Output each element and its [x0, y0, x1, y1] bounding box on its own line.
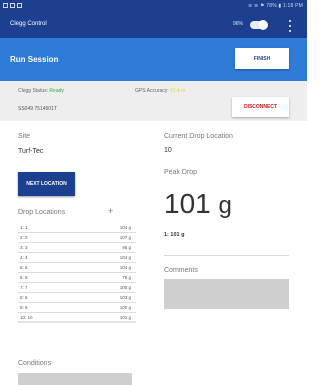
drop-locations-list[interactable]: 1: 1 104 g 2: 2 107 g 3: 3 95 g 4: 4 104 g 5: 5 1… — [18, 223, 136, 323]
site-value: Turf-Tec — [18, 148, 44, 155]
site-label: Site — [18, 133, 31, 140]
notification-icon — [3, 3, 8, 8]
comments-label: Comments — [164, 267, 198, 274]
drop-location-name: 2: 2 — [20, 235, 28, 240]
drop-location-name: 1: 1 — [20, 225, 28, 230]
battery-percent: 96% — [233, 21, 244, 27]
device-status-panel: Clegg Status: Ready GPS Accuracy: ±2.4 m… — [0, 81, 307, 121]
app-title: Clegg Control — [10, 21, 47, 27]
drop-location-name: 10: 10 — [20, 315, 33, 320]
drop-value: 75 g — [122, 275, 131, 280]
drop-row[interactable]: 1: 1 104 g — [18, 223, 136, 233]
current-drop-location-label: Current Drop Location — [164, 133, 233, 140]
current-drop-location-value: 10 — [164, 147, 172, 154]
run-session-bar: Run Session FINISH — [0, 38, 307, 81]
drop-reading: 1: 101 g — [164, 232, 185, 238]
drop-value: 104 g — [119, 255, 131, 260]
drop-row[interactable]: 3: 3 95 g — [18, 243, 136, 253]
comments-field[interactable] — [164, 279, 289, 309]
gps-accuracy-label: GPS Accuracy: — [135, 88, 169, 94]
session-title: Run Session — [10, 55, 59, 64]
drop-location-name: 7: 7 — [20, 285, 28, 290]
gps-accuracy-value: ±2.4 m — [170, 88, 186, 94]
toggle-knob — [258, 20, 268, 30]
clegg-status-value: Ready — [49, 88, 64, 94]
peak-drop-unit: g — [218, 192, 232, 219]
drop-row[interactable]: 6: 6 75 g — [18, 273, 136, 283]
drop-row[interactable]: 7: 7 100 g — [18, 283, 136, 293]
notification-icons — [3, 3, 22, 8]
drop-value: 104 g — [119, 265, 131, 270]
notification-icon — [10, 3, 15, 8]
drop-location-name: 3: 3 — [20, 245, 28, 250]
peak-drop-number: 101 — [164, 188, 211, 219]
drop-list-scrollbar[interactable] — [18, 321, 136, 323]
drop-location-name: 9: 9 — [20, 305, 28, 310]
drop-location-name: 4: 4 — [20, 255, 28, 260]
drop-location-name: 6: 6 — [20, 275, 28, 280]
drop-value: 103 g — [119, 295, 131, 300]
finish-button[interactable]: FINISH — [235, 48, 289, 69]
drop-locations-label: Drop Locations — [18, 209, 66, 216]
divider — [164, 255, 289, 256]
drop-location-name: 8: 8 — [20, 295, 28, 300]
conditions-field[interactable] — [18, 373, 132, 385]
drop-row[interactable]: 5: 5 104 g — [18, 263, 136, 273]
system-status-bar: ≋ ≋ ⚑ 78% ▮ 1:18 PM — [0, 0, 307, 12]
conditions-label: Conditions — [18, 360, 52, 367]
device-serial: SS049 7514501T — [18, 106, 57, 112]
drop-value: 100 g — [119, 285, 131, 290]
drop-value: 107 g — [119, 235, 131, 240]
add-drop-icon[interactable]: + — [108, 206, 113, 216]
drop-value: 100 g — [119, 305, 131, 310]
gps-accuracy: GPS Accuracy: ±2.4 m — [135, 88, 185, 94]
drop-value: 95 g — [122, 245, 131, 250]
drop-row[interactable]: 4: 4 104 g — [18, 253, 136, 263]
status-bar-indicators: ≋ ≋ ⚑ 78% ▮ 1:18 PM — [248, 3, 303, 9]
next-location-button[interactable]: NEXT LOCATION — [18, 172, 75, 196]
drop-value: 104 g — [119, 225, 131, 230]
peak-drop-label: Peak Drop — [164, 169, 198, 176]
notification-icon — [17, 3, 22, 8]
clegg-status-label: Clegg Status: — [18, 88, 49, 94]
drop-row[interactable]: 2: 2 107 g — [18, 233, 136, 243]
drop-row[interactable]: 8: 8 103 g — [18, 293, 136, 303]
clegg-status: Clegg Status: Ready — [18, 88, 64, 94]
drop-row[interactable]: 9: 9 100 g — [18, 303, 136, 313]
drop-value: 101 g — [119, 315, 131, 320]
overflow-menu-icon[interactable] — [288, 20, 292, 32]
disconnect-button[interactable]: DISCONNECT — [232, 97, 289, 117]
connection-toggle[interactable] — [250, 20, 268, 30]
app-bar: Clegg Control 96% — [0, 12, 307, 38]
drop-location-name: 5: 5 — [20, 265, 28, 270]
peak-drop-value: 101 g — [164, 188, 232, 220]
